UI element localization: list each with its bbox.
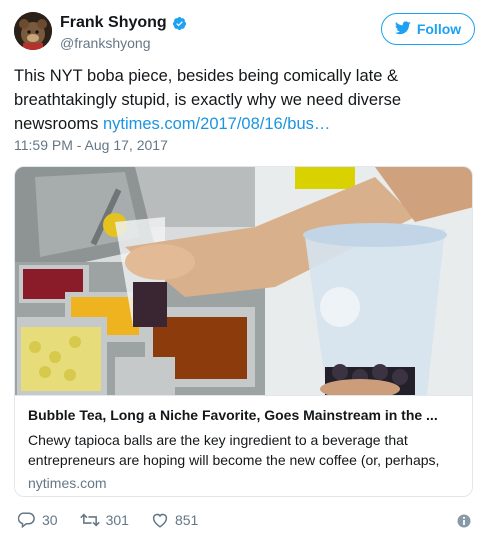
reply-count: 30 [42,512,58,528]
reply-icon [18,511,36,529]
card-description: Chewy tapioca balls are the key ingredie… [28,432,440,468]
card-title: Bubble Tea, Long a Niche Favorite, Goes … [28,407,438,423]
card-domain: nytimes.com [28,475,107,491]
like-button[interactable]: 851 [151,511,198,529]
user-handle[interactable]: @frankshyong [60,35,187,51]
follow-button[interactable]: Follow [381,13,475,45]
tweet-link[interactable]: nytimes.com/2017/08/16/bus… [103,115,330,133]
tweet-actions: 30 301 851 [18,511,220,529]
like-count: 851 [174,512,199,528]
link-card[interactable]: Bubble Tea, Long a Niche Favorite, Goes … [14,166,473,497]
twitter-bird-icon [394,20,411,38]
info-icon[interactable] [457,514,471,528]
tweet-timestamp[interactable]: 11:59 PM - Aug 17, 2017 [14,137,168,153]
follow-label: Follow [416,21,462,37]
reply-button[interactable]: 30 [18,511,58,529]
display-name[interactable]: Frank Shyong [60,14,167,32]
like-icon [151,511,169,529]
retweet-icon [79,511,100,529]
user-info: Frank Shyong @frankshyong [60,14,187,51]
tweet-header: Frank Shyong @frankshyong Follow [14,12,475,56]
card-body: Bubble Tea, Long a Niche Favorite, Goes … [15,395,472,496]
retweet-count: 301 [105,512,129,528]
retweet-button[interactable]: 301 [79,511,129,529]
verified-badge-icon [172,16,187,31]
card-image [15,167,472,395]
avatar[interactable] [14,12,52,50]
tweet-text: This NYT boba piece, besides being comic… [14,64,469,136]
